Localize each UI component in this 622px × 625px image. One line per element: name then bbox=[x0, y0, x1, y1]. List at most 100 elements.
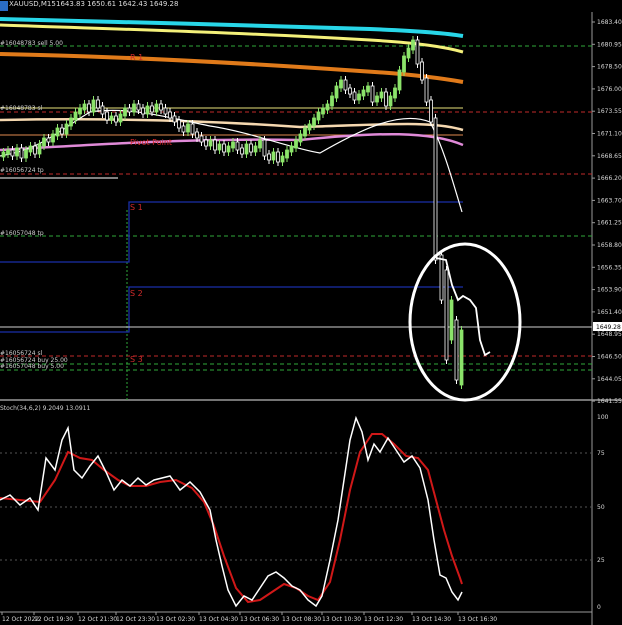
candle-body bbox=[303, 127, 307, 137]
candle-body bbox=[348, 87, 352, 95]
candle-body bbox=[190, 123, 195, 135]
candle-body bbox=[172, 115, 177, 123]
candle-body bbox=[420, 61, 424, 81]
candle-body bbox=[51, 133, 55, 143]
time-axis-label: 12 Oct 23:30 bbox=[116, 616, 155, 623]
candle-body bbox=[28, 145, 33, 153]
time-axis-label: 12 Oct 21:30 bbox=[78, 616, 117, 623]
time-axis-label: 12 Oct 19:30 bbox=[34, 616, 73, 623]
candle-body bbox=[343, 79, 348, 91]
time-axis-label: 13 Oct 06:30 bbox=[240, 616, 279, 623]
time-axis-label: 13 Oct 04:30 bbox=[199, 616, 238, 623]
candle-body bbox=[357, 93, 361, 101]
s2-label: S 2 bbox=[130, 289, 143, 298]
candle-body bbox=[294, 139, 298, 149]
price-axis-label: 1648.95 bbox=[597, 331, 622, 338]
price-axis-label: 1658.80 bbox=[597, 242, 622, 249]
r1-label: R 1 bbox=[130, 53, 143, 62]
chart-window[interactable]: XAUUSD,M15 1643.83 1650.61 1642.43 1649.… bbox=[0, 0, 622, 625]
candle-body bbox=[397, 69, 402, 91]
candle-body bbox=[312, 117, 316, 127]
candle-body bbox=[253, 145, 258, 153]
candle-body bbox=[379, 91, 384, 99]
order-tp1-label: #16056724 tp bbox=[0, 167, 44, 174]
candle-body bbox=[393, 87, 397, 99]
stoch-axis-label: 0 bbox=[597, 604, 601, 611]
pivot-label: Pivot Point bbox=[130, 138, 172, 147]
candle-body bbox=[168, 111, 172, 119]
candle-body bbox=[402, 55, 406, 73]
price-axis-label: 1676.00 bbox=[597, 86, 622, 93]
candle-body bbox=[285, 149, 289, 159]
candle-body bbox=[258, 139, 262, 149]
candle-body bbox=[217, 143, 222, 151]
candle-body bbox=[222, 143, 226, 153]
candle-body bbox=[19, 147, 24, 159]
candle-body bbox=[96, 99, 100, 109]
candle-body bbox=[361, 89, 366, 97]
candle-body bbox=[24, 149, 28, 159]
candle-body bbox=[105, 111, 109, 121]
candle-body bbox=[109, 115, 114, 121]
candle-body bbox=[213, 139, 217, 151]
candle-body bbox=[91, 99, 96, 113]
candle-body bbox=[73, 111, 78, 121]
price-axis-label: 1678.50 bbox=[597, 64, 622, 71]
price-axis-label: 1646.50 bbox=[597, 354, 622, 361]
price-axis-label: 1663.70 bbox=[597, 197, 622, 204]
s3-label: S 3 bbox=[130, 355, 143, 364]
candle-body bbox=[186, 123, 190, 133]
time-axis-label: 13 Oct 14:30 bbox=[412, 616, 451, 623]
time-axis: 12 Oct 202212 Oct 19:30 12 Oct 21:3012 Oc… bbox=[1, 612, 497, 623]
candle-body bbox=[78, 107, 82, 115]
current-price-label: 1649.28 bbox=[596, 324, 621, 331]
candle-body bbox=[352, 91, 357, 101]
order-sell-label: #16048783 sell 5.00 bbox=[0, 40, 63, 47]
candle-body bbox=[181, 125, 186, 133]
price-chart[interactable]: R 1 Pivot Point S 1 S 2 S 3 #16048783 se… bbox=[0, 0, 622, 625]
candle-body bbox=[444, 269, 449, 361]
ma-orange-line bbox=[0, 52, 464, 84]
s1-label: S 1 bbox=[130, 203, 143, 212]
price-axis-label: 1680.95 bbox=[597, 41, 622, 48]
candle-body bbox=[114, 115, 118, 123]
price-axis-label: 1641.55 bbox=[597, 398, 622, 405]
order-buy2-label: #16057048 buy 5.00 bbox=[0, 363, 64, 370]
candle-body bbox=[406, 47, 411, 59]
candle-body bbox=[123, 107, 127, 117]
candle-body bbox=[6, 149, 10, 155]
candle-body bbox=[235, 141, 240, 151]
price-axis-label: 1644.05 bbox=[597, 376, 622, 383]
candle-body bbox=[240, 147, 244, 155]
candle-body bbox=[289, 145, 294, 153]
price-axis-label: 1666.20 bbox=[597, 175, 622, 182]
order-sl2-label: #16056724 sl bbox=[0, 350, 43, 357]
price-axis-label: 1656.35 bbox=[597, 264, 622, 271]
candle-body bbox=[33, 145, 37, 155]
time-axis-label: 13 Oct 16:30 bbox=[458, 616, 497, 623]
price-axis-label: 1683.40 bbox=[597, 19, 622, 26]
price-axis-label: 1651.40 bbox=[597, 309, 622, 316]
price-axis-label: 1661.25 bbox=[597, 220, 622, 227]
candle-body bbox=[127, 107, 132, 113]
candle-body bbox=[459, 329, 464, 386]
candle-body bbox=[339, 79, 343, 89]
price-axis-label: 1668.65 bbox=[597, 153, 622, 160]
candle-body bbox=[415, 39, 420, 65]
order-sl1-label: #16048783 sl bbox=[0, 105, 43, 112]
candle-body bbox=[449, 299, 454, 341]
candle-body bbox=[384, 91, 388, 107]
candle-body bbox=[280, 155, 285, 163]
candle-body bbox=[136, 103, 141, 111]
candle-body bbox=[82, 103, 87, 111]
order-tp2-label: #16057048 tp bbox=[0, 230, 44, 237]
candle-body bbox=[244, 143, 249, 155]
moving-averages bbox=[0, 17, 464, 213]
candle-body bbox=[141, 107, 145, 115]
price-axis: 1683.40 1680.95 1678.50 1676.00 1673.55 1671.… bbox=[592, 19, 622, 405]
candle-body bbox=[208, 139, 213, 147]
candles bbox=[1, 36, 464, 389]
stoch-title: Stoch(34,6,2) 9.2049 13.0911 bbox=[0, 405, 91, 412]
stoch-main-line bbox=[0, 415, 463, 608]
candle-body bbox=[100, 105, 105, 115]
